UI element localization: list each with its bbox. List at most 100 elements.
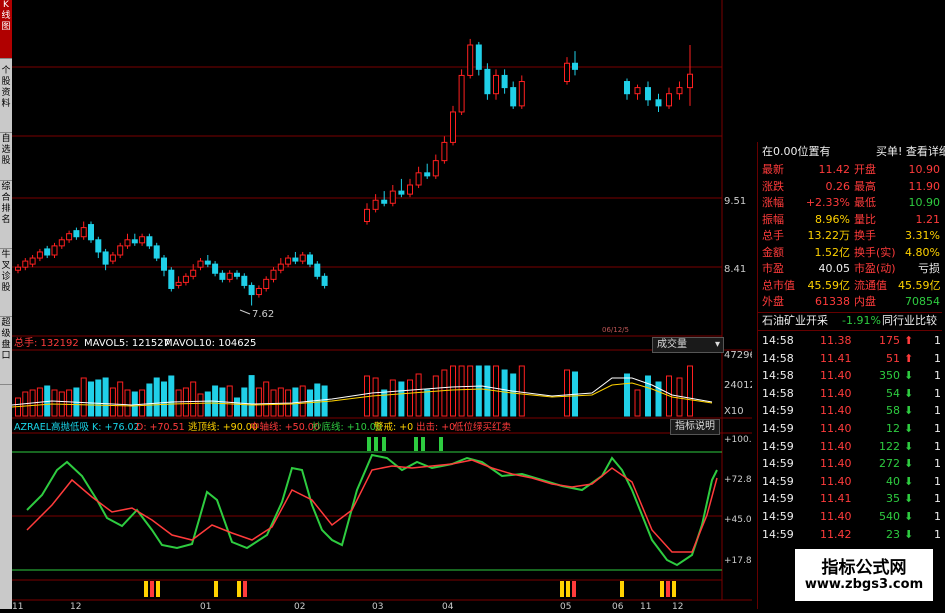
candle-body [415, 172, 422, 186]
candle-body [204, 260, 211, 265]
candle-body [139, 236, 146, 244]
ind-header-mid: 中轴线: +50.00 [250, 421, 320, 433]
volume-selector[interactable]: 成交量 ▾ [652, 337, 724, 353]
arrow-down-icon: ⬇ [904, 422, 914, 435]
tick-flag: 1 [934, 351, 941, 365]
tick-time: 14:59 [762, 422, 794, 435]
stat-value: 11.42 [818, 163, 851, 176]
candle-body [292, 257, 299, 262]
stat-label: 振幅 [762, 212, 784, 226]
volume-bar [117, 381, 124, 417]
volume-bar [161, 381, 167, 417]
tick-price: 11.40 [820, 422, 852, 435]
volume-bar [204, 391, 211, 417]
volume-bar [248, 375, 255, 417]
tick-flag: 1 [934, 386, 941, 400]
stat-label: 开盘 [854, 163, 876, 176]
candle-body [212, 263, 219, 274]
candle-body [88, 224, 94, 241]
candle-body [510, 87, 517, 107]
tab-ranking[interactable]: 综合排名 [0, 182, 12, 249]
candle-body [424, 172, 431, 177]
sector-compare-button[interactable]: 同行业比较 [882, 313, 937, 329]
quote-row: 总市值 45.59亿 流通值 45.59亿 [758, 278, 942, 294]
x-label: 11 [640, 602, 651, 609]
volume-bar [124, 389, 131, 417]
tick-flag: 1 [934, 369, 941, 383]
candle-body [634, 87, 641, 95]
candle-body [372, 199, 379, 210]
candle-body [161, 257, 167, 271]
stat-value: 10.90 [908, 196, 941, 209]
tab-diagnosis[interactable]: 牛叉诊股 [0, 250, 12, 317]
volume-bar [197, 393, 204, 417]
candle-body [441, 141, 448, 162]
left-tab-bar: K线图 个股资料 自选股 综合排名 牛叉诊股 超级盘口 [0, 0, 12, 609]
candle-body [80, 227, 87, 238]
ind-header-warn: 警戒: +0 [374, 421, 413, 433]
tick-price: 11.40 [820, 404, 852, 418]
tick-row: 14:58 11.40 350 ⬇ 1 [758, 367, 942, 384]
tick-volume: 35 [886, 492, 900, 506]
candle-body [66, 233, 73, 241]
candle-body [458, 74, 465, 113]
vol-label-unit: X10 [724, 406, 744, 417]
tick-flag: 1 [934, 527, 941, 541]
stat-label: 量比 [854, 212, 876, 226]
quote-row: 总手 13.22万 换手 3.31% [758, 228, 942, 244]
quote-row: 市盈 40.05 市盈(动) 亏损 [758, 261, 942, 277]
tab-kline[interactable]: K线图 [0, 0, 12, 59]
stat-value: 45.59亿 [898, 278, 941, 292]
candlestick-series [15, 38, 693, 306]
volume-bar [263, 381, 270, 417]
tick-time: 14:58 [762, 334, 794, 347]
tick-row: 14:58 11.41 51 ⬆ 1 [758, 350, 942, 367]
quote-row: 最新 11.42 开盘 10.90 [758, 162, 942, 178]
candle-body [197, 260, 204, 268]
ind-header-k: AZRAEL高抛低吸 K: +76.02 [14, 421, 140, 433]
volume-bar [501, 369, 508, 417]
indicator-series [26, 437, 718, 597]
tab-watchlist[interactable]: 自选股 [0, 134, 12, 181]
kline-chart-svg[interactable]: 9.51 8.41 7.62 06/12/5 总手: 132192 MAVOL5… [11, 0, 758, 612]
volume-bar [564, 369, 570, 417]
candle-body [475, 44, 482, 70]
candle-body [190, 269, 197, 277]
tick-volume: 54 [886, 386, 900, 400]
tick-time: 14:59 [762, 527, 794, 541]
tab-super-board[interactable]: 超级盘口 [0, 318, 12, 385]
volume-bar [139, 389, 146, 417]
candle-body [564, 62, 570, 83]
stat-label: 市盈(动) [854, 262, 896, 275]
mavol5-line [11, 377, 713, 406]
tick-time: 14:59 [762, 492, 794, 506]
indicator-help-button[interactable]: 指标说明 [670, 419, 720, 435]
tick-price: 11.40 [820, 369, 852, 383]
volume-bar [467, 365, 474, 417]
candle-body [518, 81, 525, 107]
volume-bar [687, 365, 693, 417]
candle-body [168, 269, 175, 289]
ind-header-note: 低位绿买红卖 [454, 421, 511, 433]
x-label: 04 [442, 602, 454, 609]
vol-label-mid: 24012 [724, 380, 752, 391]
stat-label: 流通值 [854, 278, 887, 292]
tab-stock-info[interactable]: 个股资料 [0, 66, 12, 133]
candle-body [131, 239, 138, 244]
sector-name[interactable]: 石油矿业开采 [762, 313, 828, 329]
stat-value: 3.31% [905, 229, 940, 242]
stat-label: 内盘 [854, 295, 876, 308]
stat-value: 1.52亿 [814, 245, 851, 259]
candle-body [95, 239, 102, 253]
view-detail-link[interactable]: 买单! 查看详细 [876, 144, 945, 160]
quote-row: 涨跌 0.26 最高 11.90 [758, 179, 942, 195]
arrow-up-icon: ⬆ [904, 334, 914, 347]
candle-body [36, 251, 43, 259]
stat-label: 最新 [762, 163, 784, 176]
volume-bar [518, 365, 525, 417]
tick-row: 14:59 11.40 272 ⬇ 1 [758, 455, 942, 472]
volume-series [15, 365, 693, 417]
tick-row: 14:58 11.40 54 ⬇ 1 [758, 385, 942, 402]
candle-body [285, 257, 292, 265]
volume-bar [102, 377, 109, 417]
